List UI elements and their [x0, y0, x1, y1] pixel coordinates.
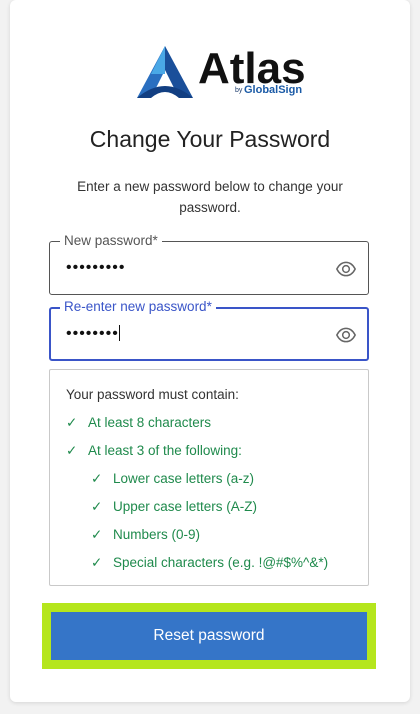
requirement-text: Upper case letters (A-Z)	[113, 499, 258, 514]
check-icon: ✓	[91, 555, 103, 570]
page-subtitle: Enter a new password below to change you…	[77, 179, 343, 215]
requirement-item: ✓ Lower case letters (a-z)	[91, 471, 254, 487]
password-requirements-box: Your password must contain: ✓ At least 8 …	[49, 369, 369, 586]
show-password-eye-icon[interactable]	[336, 259, 356, 279]
requirement-item: ✓ Upper case letters (A-Z)	[91, 499, 257, 515]
check-icon: ✓	[66, 443, 78, 458]
requirement-text: Numbers (0-9)	[113, 527, 201, 542]
confirm-password-field[interactable]: Re-enter new password* ••••••••	[49, 299, 369, 361]
reset-button-highlight: Reset password	[42, 603, 376, 669]
confirm-password-input[interactable]: ••••••••	[66, 325, 120, 343]
reset-password-button[interactable]: Reset password	[51, 612, 367, 660]
confirm-password-value: ••••••••	[66, 325, 119, 342]
requirement-item: ✓ Numbers (0-9)	[91, 527, 200, 543]
requirement-item: ✓ At least 3 of the following:	[66, 443, 242, 459]
check-icon: ✓	[91, 471, 103, 486]
requirement-item: ✓ At least 8 characters	[66, 415, 211, 431]
text-caret	[118, 325, 120, 341]
show-confirm-password-eye-icon[interactable]	[336, 325, 356, 345]
requirement-item: ✓ Special characters (e.g. !@#$%^&*)	[91, 555, 328, 571]
atlas-logo-mark-icon	[137, 46, 193, 98]
new-password-label: New password*	[60, 233, 162, 249]
check-icon: ✓	[91, 499, 103, 514]
requirement-text: At least 8 characters	[88, 415, 212, 430]
globalsign-wordmark: GlobalSign	[244, 84, 303, 96]
requirement-text: At least 3 of the following:	[88, 443, 242, 458]
confirm-password-label: Re-enter new password*	[60, 299, 216, 315]
requirement-text: Lower case letters (a-z)	[113, 471, 255, 486]
check-icon: ✓	[66, 415, 78, 430]
new-password-field[interactable]: New password* •••••••••	[49, 233, 369, 295]
requirements-heading: Your password must contain:	[66, 387, 239, 402]
requirement-text: Special characters (e.g. !@#$%^&*)	[113, 555, 329, 570]
atlas-logo: Atlas by GlobalSign	[135, 44, 310, 102]
new-password-input[interactable]: •••••••••	[66, 259, 125, 277]
check-icon: ✓	[91, 527, 103, 542]
logo-by-text: by	[235, 87, 243, 94]
login-card: Atlas by GlobalSign Change Your Password…	[10, 0, 410, 702]
page-title: Change Your Password	[89, 126, 331, 152]
